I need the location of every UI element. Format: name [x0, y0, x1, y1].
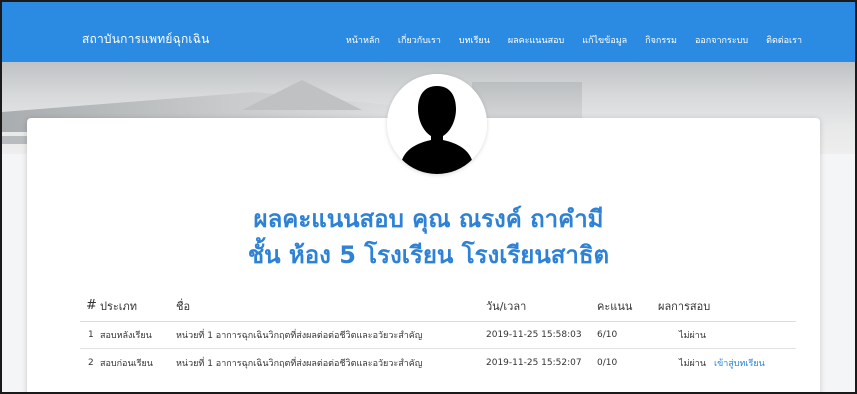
navbar: สถาบันการแพทย์ฉุกเฉิน หน้าหลัก เกี่ยวกับ… — [2, 2, 855, 62]
nav-home[interactable]: หน้าหลัก — [337, 2, 389, 62]
header-result: ผลการสอบ — [658, 299, 711, 313]
nav-lessons[interactable]: บทเรียน — [450, 2, 499, 62]
table-row: 2 สอบก่อนเรียน หน่วยที่ 1 อาการฉุกเฉินวิ… — [80, 349, 796, 376]
table-header: # ประเภท ชื่อ วัน/เวลา คะแนน ผลการสอบ — [80, 290, 796, 322]
header-score: คะแนน — [597, 299, 633, 313]
header-type: ประเภท — [100, 299, 138, 313]
nav-menu: หน้าหลัก เกี่ยวกับเรา บทเรียน ผลคะแนนสอบ… — [337, 2, 811, 62]
row-name: หน่วยที่ 1 อาการฉุกเฉินวิกฤตที่ส่งผลต่อต… — [176, 331, 423, 341]
row-no: 2 — [88, 357, 94, 368]
user-silhouette-icon — [387, 74, 487, 174]
nav-about[interactable]: เกี่ยวกับเรา — [389, 2, 450, 62]
page-frame: สถาบันการแพทย์ฉุกเฉิน หน้าหลัก เกี่ยวกับ… — [0, 0, 857, 394]
nav-contact[interactable]: ติดต่อเรา — [757, 2, 811, 62]
row-score: 0/10 — [597, 357, 618, 368]
page-title: ผลคะแนนสอบ คุณ ณรงค์ ถาคำมี — [253, 205, 604, 233]
row-name: หน่วยที่ 1 อาการฉุกเฉินวิกฤตที่ส่งผลต่อต… — [176, 358, 423, 369]
brand-link[interactable]: สถาบันการแพทย์ฉุกเฉิน — [82, 2, 210, 62]
row-result: ไม่ผ่าน — [679, 358, 706, 369]
row-result: ไม่ผ่าน — [679, 331, 706, 341]
nav-scores[interactable]: ผลคะแนนสอบ — [499, 2, 573, 62]
nav-activities[interactable]: กิจกรรม — [636, 2, 686, 62]
nav-edit-profile[interactable]: แก้ไขข้อมูล — [573, 2, 636, 62]
row-type: สอบก่อนเรียน — [100, 358, 153, 369]
row-type: สอบหลังเรียน — [100, 331, 152, 341]
row-date: 2019-11-25 15:52:07 — [486, 357, 582, 368]
table-row: 1 สอบหลังเรียน หน่วยที่ 1 อาการฉุกเฉินวิ… — [80, 322, 796, 349]
row-date: 2019-11-25 15:58:03 — [486, 330, 582, 340]
header-name: ชื่อ — [176, 299, 191, 313]
row-no: 1 — [88, 330, 94, 340]
header-date: วัน/เวลา — [486, 299, 527, 313]
row-score: 6/10 — [597, 330, 618, 340]
scores-table: # ประเภท ชื่อ วัน/เวลา คะแนน ผลการสอบ 1 … — [80, 290, 796, 376]
page-subtitle: ชั้น ห้อง 5 โรงเรียน โรงเรียนสาธิต — [247, 241, 610, 269]
profile-avatar — [387, 74, 487, 174]
header-no: # — [86, 298, 97, 313]
nav-logout[interactable]: ออกจากระบบ — [686, 2, 757, 62]
enter-lesson-link[interactable]: เข้าสู่บทเรียน — [714, 356, 794, 370]
